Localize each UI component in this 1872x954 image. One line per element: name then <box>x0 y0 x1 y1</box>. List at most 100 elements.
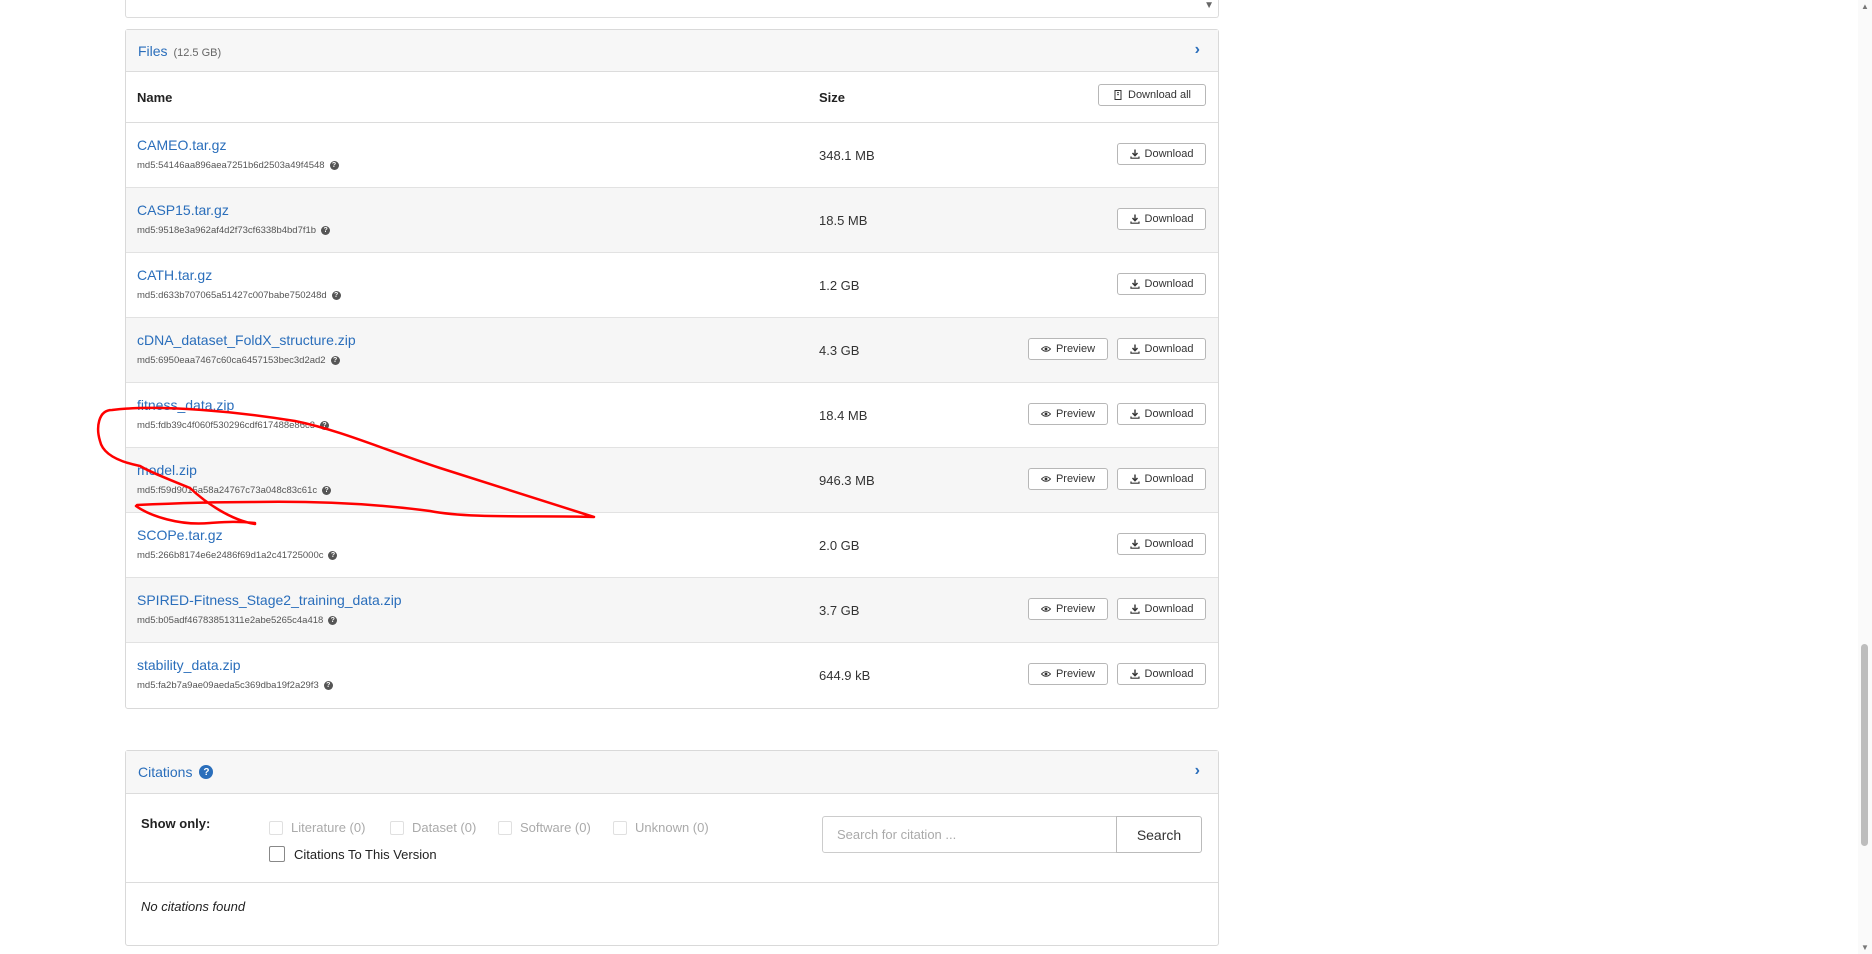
files-table-header: Name Size Download all <box>126 72 1218 123</box>
page-scrollbar[interactable]: ▲ ▼ <box>1858 0 1872 954</box>
file-row: CATH.tar.gz md5:d633b707065a51427c007babe… <box>126 253 1218 318</box>
file-name-link[interactable]: stability_data.zip <box>137 657 241 673</box>
checkbox[interactable] <box>613 820 627 835</box>
checkbox[interactable] <box>269 820 283 835</box>
download-button[interactable]: Download <box>1117 403 1206 425</box>
eye-icon <box>1040 476 1051 482</box>
download-button[interactable]: Download <box>1117 663 1206 685</box>
citations-title-text: Citations <box>138 764 193 780</box>
archive-icon <box>1114 90 1122 100</box>
scroll-down-arrow-icon[interactable]: ▼ <box>1861 943 1869 952</box>
filter-label: Unknown (0) <box>635 820 709 835</box>
file-name-link[interactable]: SCOPe.tar.gz <box>137 527 223 543</box>
citation-search-button[interactable]: Search <box>1116 816 1202 853</box>
checkbox[interactable] <box>269 846 285 862</box>
download-label: Download <box>1144 668 1194 680</box>
question-circle-icon[interactable]: ? <box>331 291 341 300</box>
download-icon <box>1129 539 1140 549</box>
files-table-body: CAMEO.tar.gz md5:54146aa896aea7251b6d2503… <box>126 123 1218 707</box>
eye-icon <box>1040 671 1051 677</box>
md5-text: md5:54146aa896aea7251b6d2503a49f4548 <box>137 160 325 171</box>
preview-button[interactable]: Preview <box>1028 663 1108 685</box>
file-checksum: md5:266b8174e6e2486f69d1a2c41725000c? <box>137 550 338 561</box>
download-label: Download <box>1144 148 1194 160</box>
files-panel-title[interactable]: Files (12.5 GB) <box>138 43 221 59</box>
citations-filter-area: Show only: Literature (0) Dataset (0) So… <box>126 794 1218 883</box>
download-icon <box>1129 669 1140 679</box>
file-name-link[interactable]: CASP15.tar.gz <box>137 202 229 218</box>
files-panel-header[interactable]: Files (12.5 GB) › <box>126 30 1218 72</box>
download-button[interactable]: Download <box>1117 598 1206 620</box>
file-checksum: md5:d633b707065a51427c007babe750248d? <box>137 290 341 301</box>
preview-button[interactable]: Preview <box>1028 403 1108 425</box>
filter-software[interactable]: Software (0) <box>498 820 591 835</box>
file-checksum: md5:b05adf46783851311e2abe5265c4a418? <box>137 615 338 626</box>
file-size: 1.2 GB <box>819 278 860 293</box>
files-total-size: (12.5 GB) <box>173 47 222 59</box>
files-title-text: Files <box>138 43 168 59</box>
scroll-up-arrow-icon[interactable]: ▲ <box>1861 2 1869 11</box>
file-name-link[interactable]: model.zip <box>137 462 197 478</box>
help-circle-icon[interactable]: ? <box>199 765 214 779</box>
file-checksum: md5:9518e3a962af4d2f73cf6338b4bd7f1b? <box>137 225 331 236</box>
file-name-link[interactable]: CAMEO.tar.gz <box>137 137 226 153</box>
question-circle-icon[interactable]: ? <box>328 551 338 560</box>
download-all-button[interactable]: Download all <box>1098 84 1206 106</box>
filter-dataset[interactable]: Dataset (0) <box>390 820 476 835</box>
download-button[interactable]: Download <box>1117 468 1206 490</box>
preview-label: Preview <box>1055 668 1096 680</box>
column-header-size: Size <box>819 90 846 105</box>
file-size: 3.7 GB <box>819 603 860 618</box>
filter-literature[interactable]: Literature (0) <box>269 820 365 835</box>
file-name-link[interactable]: CATH.tar.gz <box>137 267 212 283</box>
file-name-link[interactable]: SPIRED-Fitness_Stage2_training_data.zip <box>137 592 402 608</box>
chevron-right-icon[interactable]: › <box>1195 762 1200 780</box>
download-icon <box>1129 214 1140 224</box>
checkbox[interactable] <box>390 820 404 835</box>
chevron-right-icon[interactable]: › <box>1195 41 1200 59</box>
scrollbar-thumb[interactable] <box>1861 644 1868 846</box>
download-button[interactable]: Download <box>1117 533 1206 555</box>
download-icon <box>1129 344 1140 354</box>
checkbox[interactable] <box>498 820 512 835</box>
preview-button[interactable]: Preview <box>1028 338 1108 360</box>
question-circle-icon[interactable]: ? <box>329 161 339 170</box>
file-size: 18.4 MB <box>819 408 868 423</box>
citation-search-input[interactable] <box>822 816 1118 853</box>
file-row: cDNA_dataset_FoldX_structure.zip md5:6950… <box>126 318 1218 383</box>
download-label: Download <box>1144 213 1194 225</box>
download-button[interactable]: Download <box>1117 143 1206 165</box>
eye-icon <box>1040 346 1051 352</box>
question-circle-icon[interactable]: ? <box>321 226 331 235</box>
file-row: SCOPe.tar.gz md5:266b8174e6e2486f69d1a2c4… <box>126 513 1218 578</box>
preview-label: Preview <box>1055 473 1096 485</box>
question-circle-icon[interactable]: ? <box>328 616 338 625</box>
download-button[interactable]: Download <box>1117 338 1206 360</box>
download-all-label: Download all <box>1128 89 1191 101</box>
question-circle-icon[interactable]: ? <box>322 486 332 495</box>
md5-text: md5:fa2b7a9ae09aeda5c369dba19f2a29f3 <box>137 680 319 691</box>
question-circle-icon[interactable]: ? <box>320 421 330 430</box>
citations-title[interactable]: Citations ? <box>138 764 214 780</box>
download-button[interactable]: Download <box>1117 273 1206 295</box>
file-name-link[interactable]: fitness_data.zip <box>137 397 234 413</box>
no-citations-message: No citations found <box>141 899 246 914</box>
file-row: CAMEO.tar.gz md5:54146aa896aea7251b6d2503… <box>126 123 1218 188</box>
citations-to-this-version-option[interactable]: Citations To This Version <box>269 846 437 862</box>
filter-unknown[interactable]: Unknown (0) <box>613 820 709 835</box>
download-button[interactable]: Download <box>1117 208 1206 230</box>
preview-button[interactable]: Preview <box>1028 598 1108 620</box>
file-row: fitness_data.zip md5:fdb39c4f060f530296cd… <box>126 383 1218 448</box>
citations-panel-header[interactable]: Citations ? › <box>126 751 1218 794</box>
citations-to-this-version-label: Citations To This Version <box>294 846 437 862</box>
file-size: 644.9 kB <box>819 668 871 683</box>
question-circle-icon[interactable]: ? <box>330 356 340 365</box>
file-checksum: md5:fa2b7a9ae09aeda5c369dba19f2a29f3? <box>137 680 333 691</box>
dropdown-caret-icon[interactable]: ▼ <box>1204 0 1214 11</box>
file-row: model.zip md5:f59d9015a58a24767c73a048c83… <box>126 448 1218 513</box>
question-circle-icon[interactable]: ? <box>323 681 333 690</box>
file-size: 2.0 GB <box>819 538 860 553</box>
file-name-link[interactable]: cDNA_dataset_FoldX_structure.zip <box>137 332 356 348</box>
file-row: SPIRED-Fitness_Stage2_training_data.zipm… <box>126 578 1218 643</box>
preview-button[interactable]: Preview <box>1028 468 1108 490</box>
